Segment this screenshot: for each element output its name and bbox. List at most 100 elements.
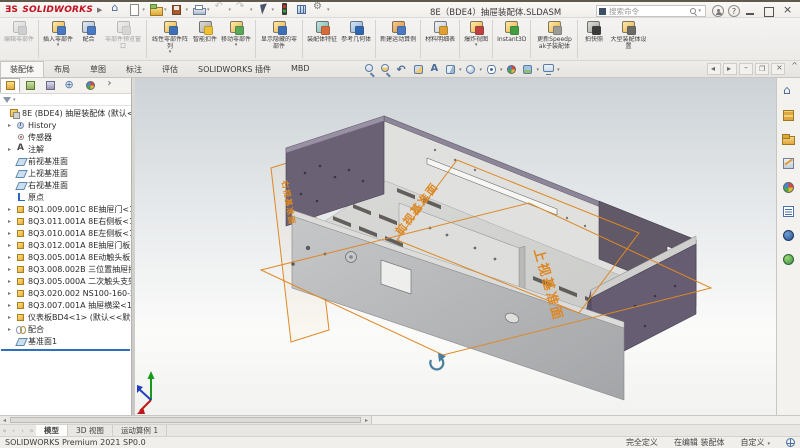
panel-tab-expand[interactable] — [100, 78, 120, 93]
tree-item-10[interactable]: ▸8Q3.010.001A 8E左侧板<1> (默认 — [0, 227, 131, 239]
ribbon-button-smart-fasteners[interactable]: 智能扣件 — [191, 19, 219, 60]
prev-tab-icon[interactable]: ‹ — [9, 425, 18, 436]
view-palette-icon[interactable] — [781, 156, 796, 171]
ribbon-button-exploded-view[interactable]: 爆炸视图▾ — [462, 19, 490, 60]
previous-window-icon[interactable] — [707, 63, 721, 75]
tree-item-0[interactable]: 8E (BDE4) 抽屉装配体 (默认<默认_显 — [0, 107, 131, 119]
view-orientation-caret-icon[interactable]: ▾ — [459, 67, 462, 73]
view-settings-icon[interactable] — [542, 63, 555, 76]
first-tab-icon[interactable]: « — [0, 425, 9, 436]
open-caret-icon[interactable]: ▾ — [164, 7, 167, 13]
exploded-view-caret-icon[interactable]: ▾ — [475, 43, 478, 48]
document-minimize-button[interactable] — [739, 63, 753, 75]
custom-properties-icon[interactable] — [781, 204, 796, 219]
view-orientation-icon[interactable] — [444, 63, 457, 76]
tree-item-19[interactable]: 基准面1 — [0, 335, 131, 347]
scrollbar-thumb[interactable] — [10, 417, 361, 423]
apply-scene-caret-icon[interactable]: ▾ — [537, 67, 540, 73]
last-tab-icon[interactable]: » — [27, 425, 36, 436]
section-view-icon[interactable] — [412, 63, 425, 76]
print-icon[interactable] — [192, 3, 205, 16]
expand-caret-icon[interactable]: ▸ — [8, 290, 15, 297]
status-caret-icon[interactable]: ▾ — [767, 441, 770, 447]
panel-tab-propertymanager[interactable] — [20, 78, 40, 93]
ribbon-button-bill-of-materials[interactable]: 材料明细表 — [423, 19, 457, 60]
expand-caret-icon[interactable]: ▸ — [8, 206, 15, 213]
ribbon-tab-6[interactable]: MBD — [281, 61, 320, 77]
window-minimize-button[interactable] — [743, 5, 759, 18]
3d-content-central-icon[interactable] — [781, 252, 796, 267]
rebuild-icon[interactable] — [278, 3, 291, 16]
expand-caret-icon[interactable]: ▸ — [8, 314, 15, 321]
scroll-right-icon[interactable]: ▸ — [362, 417, 371, 424]
apply-scene-icon[interactable] — [521, 63, 534, 76]
options-caret-icon[interactable]: ▾ — [327, 7, 330, 13]
doc-tab-2[interactable]: 运动算例 1 — [113, 425, 167, 436]
panel-tab-configurationmanager[interactable] — [40, 78, 60, 93]
tree-item-7[interactable]: 原点 — [0, 191, 131, 203]
ribbon-tab-0[interactable]: 装配体 — [0, 61, 44, 77]
expand-caret-icon[interactable]: ▸ — [8, 146, 15, 153]
tree-item-5[interactable]: 上视基准面 — [0, 167, 131, 179]
ribbon-button-take-snapshot[interactable]: 拍快照 — [580, 19, 607, 60]
viewport-3d-canvas[interactable]: 上视基准面 前视基准面 右视基准面 — [135, 78, 776, 415]
ribbon-tab-4[interactable]: 评估 — [152, 61, 188, 77]
home-icon[interactable] — [110, 3, 123, 16]
doc-tab-0[interactable]: 模型 — [36, 425, 68, 436]
panel-tab-displaymanager[interactable] — [80, 78, 100, 93]
zoom-to-area-icon[interactable] — [380, 63, 393, 76]
zoom-to-fit-icon[interactable] — [364, 63, 377, 76]
ribbon-button-update-speedpak[interactable]: 更新Speedpak子装配体 — [533, 19, 575, 60]
tree-item-13[interactable]: ▸8Q3.008.002B 三位置抽屉挡板<1> — [0, 263, 131, 275]
new-document-caret-icon[interactable]: ▾ — [142, 7, 145, 13]
tree-item-9[interactable]: ▸8Q3.011.001A 8E右侧板<1> (默认 — [0, 215, 131, 227]
ribbon-button-mate[interactable]: 配合 — [75, 19, 102, 60]
tree-item-1[interactable]: ▸History — [0, 119, 131, 131]
rollback-bar[interactable] — [1, 349, 130, 351]
file-explorer-icon[interactable] — [781, 132, 796, 147]
scrollbar-track[interactable]: ◂ ▸ — [0, 416, 372, 424]
insert-component-caret-icon[interactable]: ▾ — [57, 43, 60, 48]
options-icon[interactable] — [312, 3, 325, 16]
edit-appearance-icon[interactable] — [505, 63, 518, 76]
document-restore-button[interactable] — [755, 63, 769, 75]
expand-caret-icon[interactable]: ▸ — [8, 122, 15, 129]
expand-caret-icon[interactable]: ▸ — [8, 230, 15, 237]
ribbon-tab-3[interactable]: 标注 — [116, 61, 152, 77]
dynamic-annotation-views-icon[interactable] — [428, 63, 441, 76]
expand-caret-icon[interactable]: ▸ — [8, 302, 15, 309]
tree-item-17[interactable]: ▸仪表板BD4<1> (默认<<默认>_显示 — [0, 311, 131, 323]
menu-expand-arrow[interactable]: ▶ — [97, 6, 102, 14]
tree-item-6[interactable]: 右视基准面 — [0, 179, 131, 191]
search-icon[interactable] — [690, 8, 696, 14]
tree-item-15[interactable]: ▸8Q3.020.002 NS100-160-250-3P( — [0, 287, 131, 299]
filter-funnel-icon[interactable] — [3, 97, 11, 103]
select-caret-icon[interactable]: ▾ — [272, 7, 275, 13]
status-globe-icon[interactable] — [786, 438, 795, 447]
panel-tab-featuremanager[interactable] — [0, 78, 20, 93]
save-caret-icon[interactable]: ▾ — [185, 7, 188, 13]
ribbon-button-large-assembly-settings[interactable]: 大型装配体设置 — [607, 19, 649, 60]
tree-item-8[interactable]: ▸8Q1.009.001C 8E抽屉门<1> (默认 — [0, 203, 131, 215]
select-icon[interactable] — [257, 3, 270, 16]
expand-caret-icon[interactable]: ▸ — [8, 254, 15, 261]
move-component-caret-icon[interactable]: ▾ — [235, 43, 238, 48]
hide-show-items-caret-icon[interactable]: ▾ — [500, 67, 503, 73]
ribbon-button-instant3d[interactable]: Instant3D — [495, 19, 528, 60]
ribbon-button-new-motion-study[interactable]: 新建运动算例 — [378, 19, 418, 60]
graphics-viewport[interactable]: 上视基准面 前视基准面 右视基准面 — [135, 78, 776, 415]
tree-item-18[interactable]: ▸配合 — [0, 323, 131, 335]
ribbon-button-linear-pattern[interactable]: 线性零部件阵列▾ — [149, 19, 191, 60]
expand-caret-icon[interactable]: ▸ — [8, 266, 15, 273]
ribbon-tab-2[interactable]: 草图 — [80, 61, 116, 77]
command-search-box[interactable]: 搜索命令 ▾ — [596, 5, 706, 17]
expand-caret-icon[interactable]: ▸ — [8, 218, 15, 225]
linear-pattern-caret-icon[interactable]: ▾ — [169, 50, 172, 55]
view-settings-caret-icon[interactable]: ▾ — [557, 67, 560, 73]
save-icon[interactable] — [170, 3, 183, 16]
filter-caret-icon[interactable]: ▾ — [13, 97, 16, 103]
print-caret-icon[interactable]: ▾ — [207, 7, 210, 13]
next-tab-icon[interactable]: › — [18, 425, 27, 436]
display-style-icon[interactable] — [464, 63, 477, 76]
display-style-caret-icon[interactable]: ▾ — [480, 67, 483, 73]
